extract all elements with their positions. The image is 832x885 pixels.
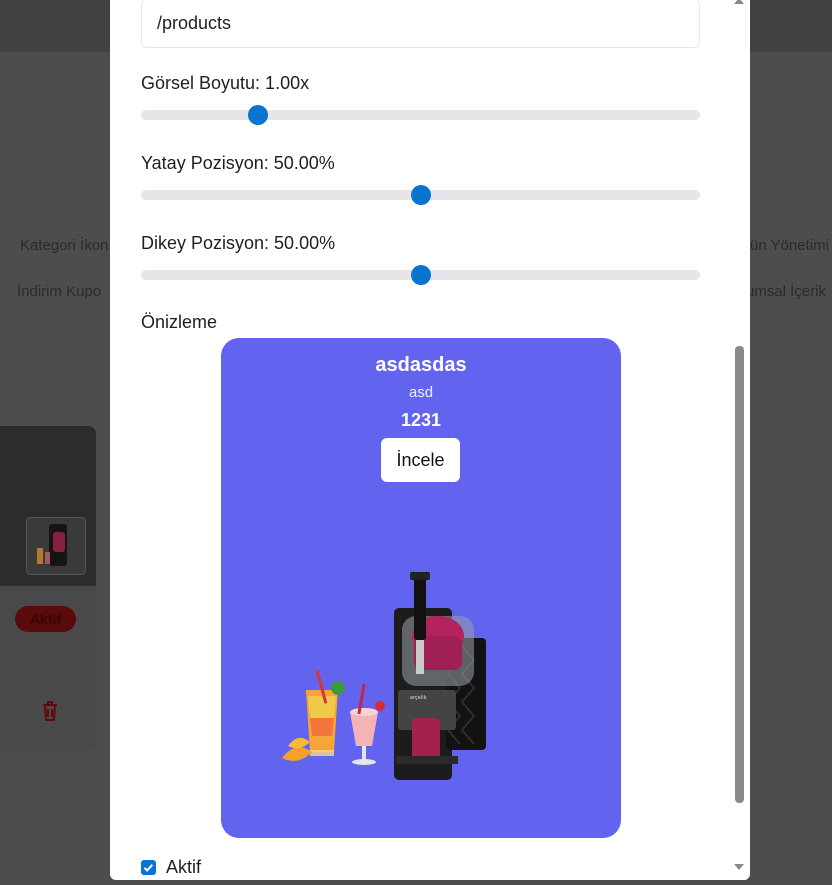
- scroll-up-arrow-icon[interactable]: [733, 0, 745, 6]
- background-product-card: Aktif: [0, 426, 96, 752]
- preview-price: 1231: [400, 410, 442, 430]
- preview-label: Önizleme: [141, 312, 218, 332]
- trash-icon: [43, 701, 57, 721]
- checkmark-icon: [141, 860, 156, 875]
- bg-card-image-area: [0, 426, 96, 586]
- preview-card: asdasdas asd 1231 İncele arçelik: [221, 338, 621, 838]
- horizontal-position-slider-thumb[interactable]: [410, 185, 431, 205]
- active-checkbox[interactable]: [141, 860, 156, 875]
- image-size-slider[interactable]: [141, 105, 700, 125]
- horizontal-position-label: Yatay Pozisyon: 50.00%: [141, 153, 335, 173]
- preview-title: asdasdas: [375, 354, 467, 376]
- active-toggle[interactable]: Aktif: [141, 857, 201, 878]
- svg-text:arçelik: arçelik: [410, 695, 427, 701]
- preview-inspect-button[interactable]: İncele: [381, 438, 460, 482]
- bg-status-badge: Aktif: [15, 606, 76, 632]
- preview-subtitle: asd: [408, 384, 434, 401]
- image-size-label: Görsel Boyutu: 1.00x: [141, 73, 310, 93]
- vertical-position-slider-thumb[interactable]: [410, 265, 431, 285]
- scroll-down-arrow-icon[interactable]: [733, 862, 745, 872]
- bg-tab-kurumsal: umsal İçerik: [746, 283, 827, 300]
- vertical-position-label: Dikey Pozisyon: 50.00%: [141, 233, 336, 253]
- horizontal-position-slider[interactable]: [141, 185, 700, 205]
- active-checkbox-label: Aktif: [166, 857, 202, 877]
- bg-tab-urun-yonetimi: ün Yönetimi: [750, 237, 829, 254]
- modal-scrollbar-thumb[interactable]: [735, 346, 744, 803]
- link-input[interactable]: /products: [141, 0, 700, 48]
- bg-tab-kategori: Kategori İkon: [20, 237, 109, 254]
- bg-tab-indirim: İndirim Kupo: [17, 283, 102, 300]
- edit-banner-modal: /products Görsel Boyutu: 1.00x Yatay Poz…: [110, 0, 750, 880]
- vertical-position-slider[interactable]: [141, 265, 700, 285]
- image-size-slider-thumb[interactable]: [248, 105, 269, 125]
- bg-card-thumbnail: [26, 517, 86, 575]
- product-image: arçelik: [282, 572, 486, 780]
